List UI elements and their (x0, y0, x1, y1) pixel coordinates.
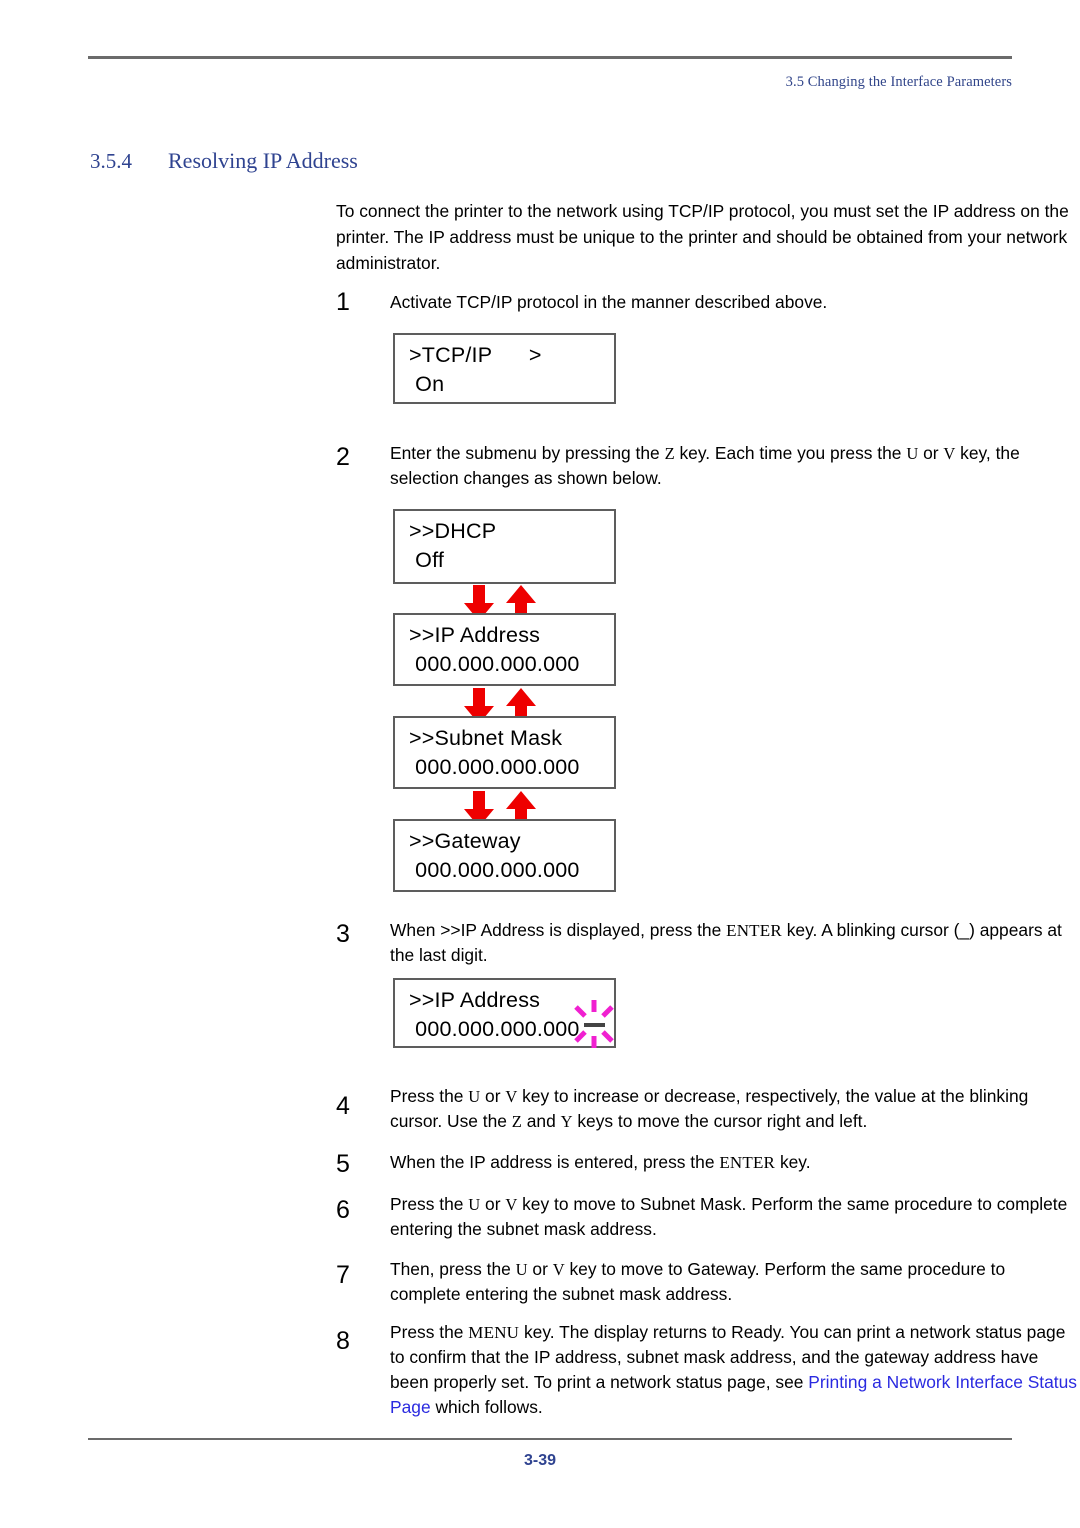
step5-text-b: key. (775, 1152, 811, 1172)
lcd-line-2: On (409, 372, 445, 396)
step-text-1: Activate TCP/IP protocol in the manner d… (390, 292, 828, 312)
lcd-line-1: >>IP Address (409, 623, 541, 647)
step6-text-a: Press the (390, 1194, 469, 1214)
step6-panel-ref: Subnet Mask (640, 1194, 742, 1214)
key-symbol-down: V (552, 1260, 565, 1279)
key-symbol-up: U (515, 1260, 528, 1279)
step7-text-c: key to move to (564, 1259, 688, 1279)
key-symbol-down: V (943, 444, 956, 463)
step7-text-b: or (527, 1259, 553, 1279)
key-label-enter: ENTER (719, 1153, 776, 1172)
lcd-line-2: 000.000.000.000 (409, 652, 580, 676)
step-number-6: 6 (336, 1196, 350, 1224)
step6-text-b: or (480, 1194, 506, 1214)
lcd-line-1: >>Gateway (409, 829, 521, 853)
key-label-enter: ENTER (726, 921, 782, 940)
step4-text-d: and (521, 1111, 561, 1131)
lcd-line-2: 000.000.000.000 (409, 755, 580, 779)
lcd-panel-subnet-mask: >>Subnet Mask 000.000.000.000 (393, 716, 616, 789)
lcd-line-1: >>DHCP (409, 519, 497, 543)
step3-panel-ref: >>IP Address (440, 920, 545, 940)
step2-text-c: or (918, 443, 944, 463)
step-number-4: 4 (336, 1092, 350, 1120)
step-number-8: 8 (336, 1327, 350, 1355)
step6-text-c: key to move to (517, 1194, 641, 1214)
key-symbol-right: Z (664, 444, 675, 463)
step-number-2: 2 (336, 443, 350, 471)
step8-text-b: key. The display returns to (519, 1322, 732, 1342)
step-text-6: Press the U or V key to move to Subnet M… (390, 1192, 1080, 1242)
lcd-line-1: >TCP/IP > (409, 343, 542, 367)
page-number: 3-39 (523, 1452, 557, 1469)
step-text-5: When the IP address is entered, press th… (390, 1150, 1080, 1175)
key-symbol-up: U (468, 1087, 481, 1106)
step-number-1: 1 (336, 288, 350, 316)
lcd-panel-ip-address: >>IP Address 000.000.000.000 (393, 613, 616, 686)
key-symbol-down: V (505, 1195, 518, 1214)
lcd-line-1: >>IP Address (409, 988, 541, 1012)
status-ready: Ready (731, 1322, 781, 1342)
step-number-7: 7 (336, 1261, 350, 1289)
step5-text-a: When the IP address is entered, press th… (390, 1152, 720, 1172)
header-rule (88, 56, 1012, 59)
step4-text-b: or (480, 1086, 506, 1106)
intro-paragraph: To connect the printer to the network us… (336, 201, 1069, 273)
step-text-4: Press the U or V key to increase or decr… (390, 1084, 1080, 1134)
lcd-panel-tcpip: >TCP/IP > On (393, 333, 616, 404)
step4-text-e: keys to move the cursor right and left. (572, 1111, 868, 1131)
key-symbol-up: U (468, 1195, 481, 1214)
step-number-5: 5 (336, 1150, 350, 1178)
step-text-2: Enter the submenu by pressing the Z key.… (390, 441, 1080, 491)
step-number-3: 3 (336, 920, 350, 948)
step3-text-b: is displayed, press the (544, 920, 727, 940)
key-symbol-right: Z (511, 1112, 522, 1131)
key-symbol-up: U (906, 444, 919, 463)
running-header-title: 3.5 Changing the Interface Parameters (785, 74, 1012, 90)
step-text-8: Press the MENU key. The display returns … (390, 1320, 1080, 1420)
step3-text-a: When (390, 920, 441, 940)
lcd-panel-dhcp: >>DHCP Off (393, 509, 616, 584)
lcd-line-2: Off (409, 548, 445, 572)
footer-rule (88, 1438, 1012, 1440)
lcd-line-2: 000.000.000.000 (409, 1017, 580, 1041)
lcd-line-2: 000.000.000.000 (409, 858, 580, 882)
step2-text-b: key. Each time you press the (674, 443, 907, 463)
blinking-cursor-icon (568, 998, 622, 1050)
step8-text-d: which follows. (430, 1397, 543, 1417)
key-label-menu: MENU (468, 1323, 520, 1342)
step7-panel-ref: Gateway (687, 1259, 755, 1279)
key-symbol-left: Y (560, 1112, 573, 1131)
step-text-7: Then, press the U or V key to move to Ga… (390, 1257, 1080, 1307)
lcd-panel-gateway: >>Gateway 000.000.000.000 (393, 819, 616, 892)
section-number: 3.5.4 (90, 149, 132, 173)
step7-text-a: Then, press the (390, 1259, 516, 1279)
step-text-3: When >>IP Address is displayed, press th… (390, 918, 1080, 968)
section-title: Resolving IP Address (168, 148, 358, 173)
step4-text-a: Press the (390, 1086, 469, 1106)
lcd-line-1: >>Subnet Mask (409, 726, 563, 750)
document-page: 3.5 Changing the Interface Parameters 3.… (0, 0, 1080, 1528)
step8-text-a: Press the (390, 1322, 469, 1342)
step2-text-a: Enter the submenu by pressing the (390, 443, 665, 463)
key-symbol-down: V (505, 1087, 518, 1106)
